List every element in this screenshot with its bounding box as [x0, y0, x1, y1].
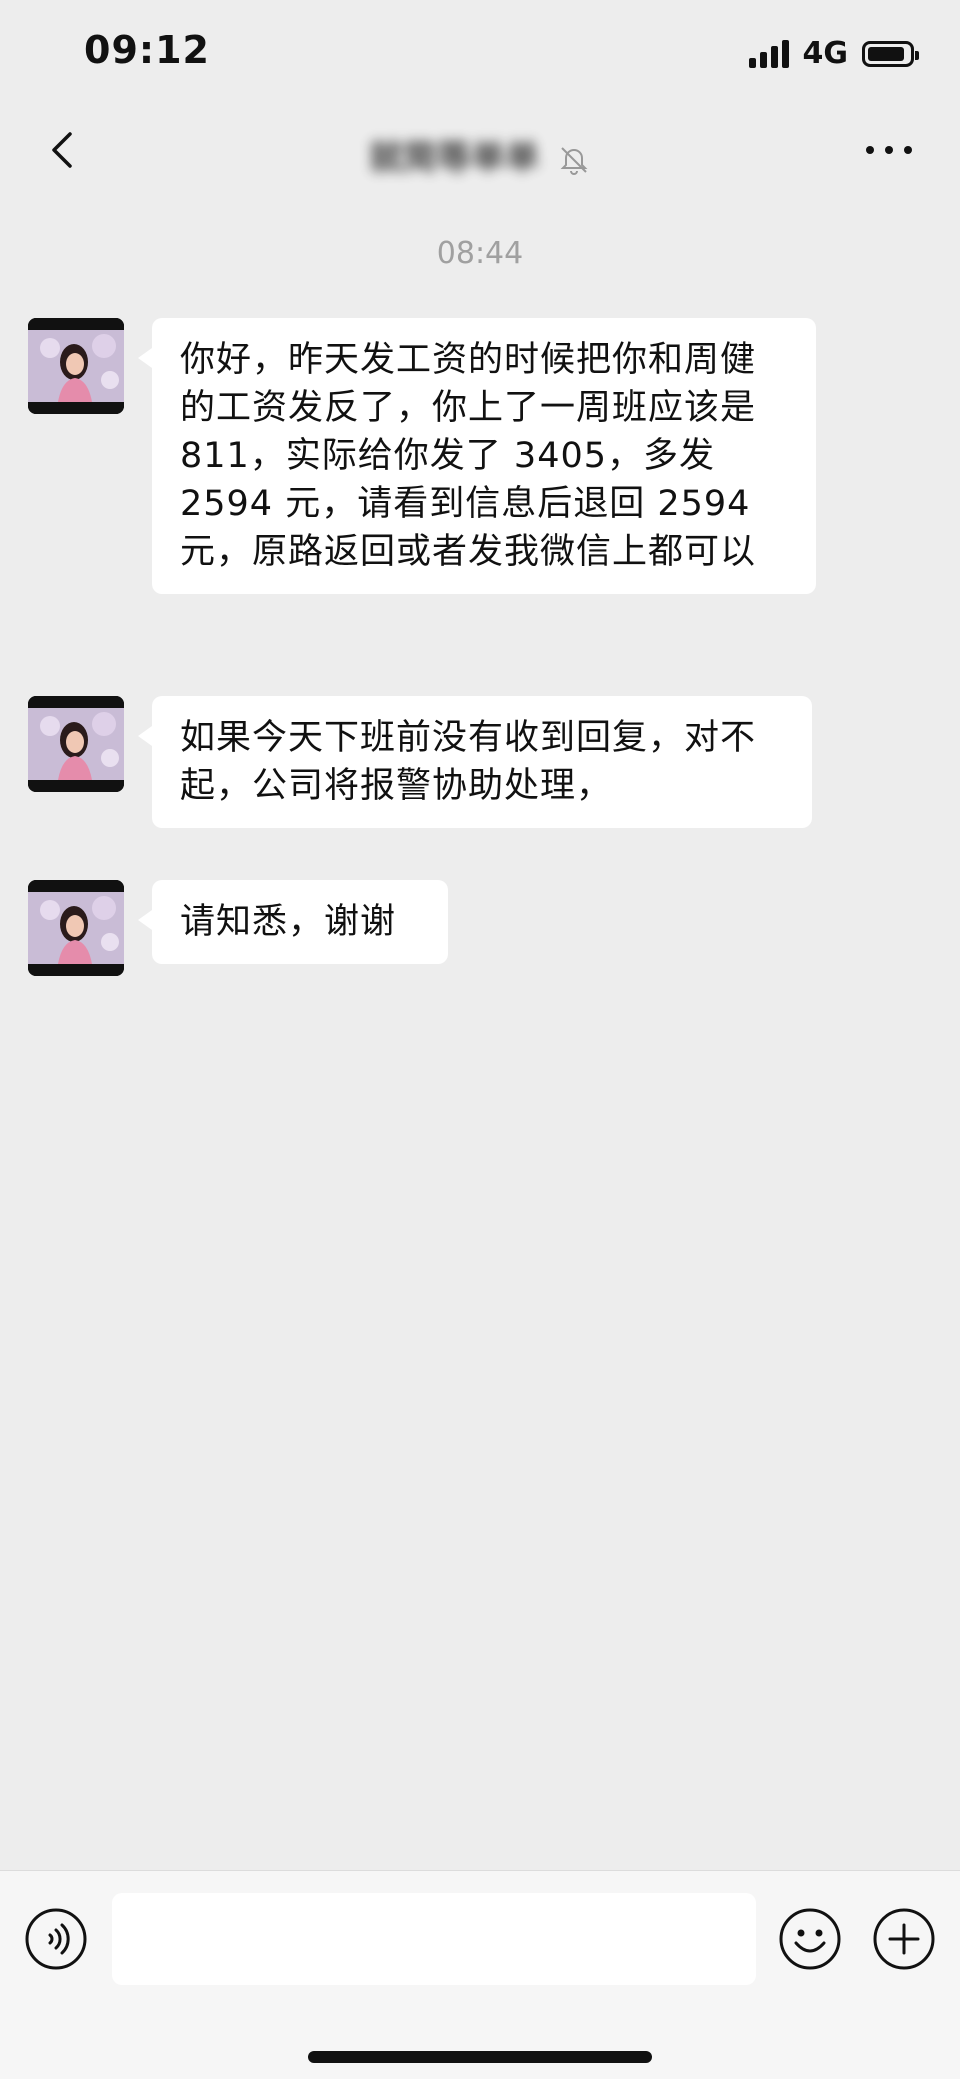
- status-time: 09:12: [84, 28, 210, 72]
- message-bubble[interactable]: 如果今天下班前没有收到回复，对不起，公司将报警协助处理，: [138, 696, 812, 828]
- mute-bell-icon: [560, 146, 588, 175]
- avatar[interactable]: [28, 880, 124, 976]
- message-input[interactable]: [112, 1893, 756, 1985]
- network-type: 4G: [802, 36, 849, 71]
- more-options-icon[interactable]: [862, 136, 916, 164]
- nav-bar: 就简等单单: [0, 110, 960, 190]
- battery-icon: [862, 40, 919, 67]
- message-timestamp: 08:44: [436, 236, 524, 271]
- input-bar: [0, 1870, 960, 2079]
- emoji-icon[interactable]: [778, 1907, 842, 1971]
- message-bubble[interactable]: 请知悉，谢谢: [138, 880, 448, 964]
- avatar-image: [28, 696, 124, 792]
- chat-title: 就简等单单: [0, 130, 960, 179]
- status-bar: 09:12 4G: [0, 0, 960, 110]
- voice-input-icon[interactable]: [24, 1907, 88, 1971]
- avatar[interactable]: [28, 318, 124, 414]
- avatar-image: [28, 318, 124, 414]
- message-bubble[interactable]: 你好，昨天发工资的时候把你和周健的工资发反了，你上了一周班应该是 811，实际给…: [138, 318, 816, 594]
- avatar[interactable]: [28, 696, 124, 792]
- avatar-image: [28, 880, 124, 976]
- home-indicator[interactable]: [308, 2051, 652, 2063]
- plus-more-icon[interactable]: [872, 1907, 936, 1971]
- status-indicators: 4G: [748, 36, 919, 71]
- chat-title-text: 就简等单单: [369, 138, 540, 178]
- signal-icon: [748, 39, 789, 68]
